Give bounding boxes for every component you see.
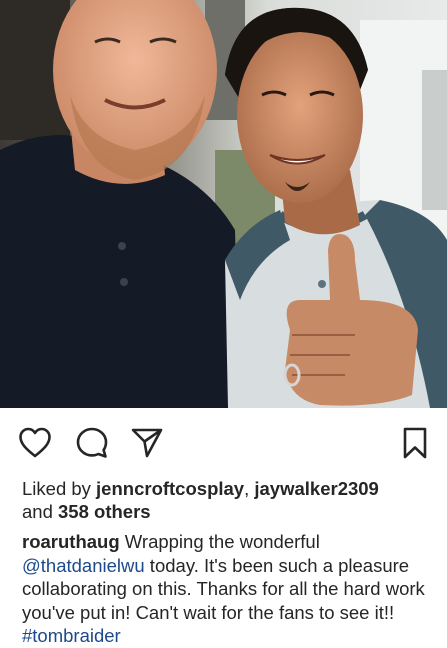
caption-mention[interactable]: @thatdanielwu — [22, 555, 145, 576]
speech-bubble-icon[interactable] — [75, 426, 109, 460]
liker-username-2[interactable]: jaywalker2309 — [254, 478, 378, 499]
heart-outline-svg — [19, 427, 51, 458]
heart-outline-icon[interactable] — [18, 426, 52, 460]
bookmark-svg — [403, 427, 427, 459]
post-caption: roaruthaug Wrapping the wonderful @thatd… — [22, 530, 440, 648]
paper-plane-svg — [131, 428, 163, 458]
liker-username-1[interactable]: jenncroftcosplay — [96, 478, 244, 499]
likes-others-count[interactable]: 358 others — [58, 501, 151, 522]
caption-text-1: Wrapping the wonderful — [119, 531, 320, 552]
bookmark-icon[interactable] — [398, 426, 428, 460]
paper-plane-icon[interactable] — [130, 426, 164, 460]
action-bar — [0, 408, 447, 472]
caption-username[interactable]: roaruthaug — [22, 531, 120, 552]
likes-summary: Liked by jenncroftcosplay, jaywalker2309… — [22, 477, 437, 523]
post-photo[interactable] — [0, 0, 447, 408]
likes-and-text: and — [22, 501, 59, 522]
speech-bubble-svg — [76, 427, 108, 458]
likes-separator: , — [244, 478, 255, 499]
post-photo-illustration — [0, 0, 447, 408]
caption-hashtag[interactable]: #tombraider — [22, 625, 121, 646]
likes-prefix: Liked by — [22, 478, 97, 499]
